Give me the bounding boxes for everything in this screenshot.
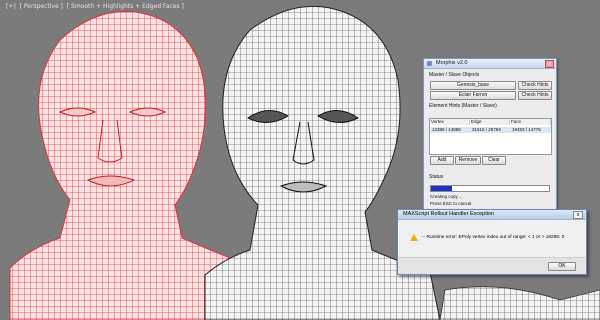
master-slave-label: Master / Slave Objects [429, 72, 480, 78]
error-message: -- Runtime error: EPoly vertex index out… [422, 235, 565, 240]
cell-face: 19453 / 14779 [512, 127, 541, 132]
ok-button[interactable]: OK [548, 262, 576, 271]
clear-button[interactable]: Clear [482, 156, 506, 165]
element-hints-label: Element Hints (Master / Slave) [429, 103, 497, 109]
list-item[interactable]: 12388 / 14888 31615 / 29793 19453 / 1477… [430, 127, 551, 133]
status-label: Status [429, 174, 444, 180]
check-hints-master-button[interactable]: Check Hints [518, 81, 552, 90]
check-hints-slave-button[interactable]: Check Hints [518, 91, 552, 100]
status-text-1: Creating copy ... [430, 194, 463, 199]
warning-icon [410, 234, 418, 241]
progress-fill [431, 186, 453, 191]
column-header-face[interactable]: Face [510, 119, 551, 125]
master-object-button[interactable]: Genesis_base [430, 81, 516, 90]
add-button[interactable]: Add [430, 156, 454, 165]
column-header-vertex[interactable]: Vertex [430, 119, 470, 125]
progress-bar [430, 185, 550, 192]
column-header-edge[interactable]: Edge [470, 119, 510, 125]
error-dialog-titlebar[interactable]: MAXScript Rollout Handler Exception x [398, 210, 586, 220]
morphix-titlebar[interactable]: Morphix v2.0 x [424, 59, 556, 69]
cell-vertex: 12388 / 14888 [432, 127, 461, 132]
remove-button[interactable]: Remove [455, 156, 481, 165]
cell-edge: 31615 / 29793 [472, 127, 501, 132]
morphix-title: Morphix v2.0 [436, 60, 468, 66]
morphix-panel[interactable]: Morphix v2.0 x Master / Slave Objects Ge… [423, 58, 557, 210]
close-icon[interactable]: x [545, 60, 554, 68]
close-icon[interactable]: x [573, 211, 583, 219]
slave-object-button[interactable]: Eclair Farron [430, 91, 516, 100]
status-text-2: Press ESC to cancel. [430, 201, 473, 206]
error-dialog[interactable]: MAXScript Rollout Handler Exception x --… [397, 209, 587, 275]
element-hints-list[interactable]: Vertex Edge Face 12388 / 14888 31615 / 2… [429, 118, 552, 155]
body-wireframe [439, 286, 600, 320]
error-dialog-title: MAXScript Rollout Handler Exception [403, 211, 495, 217]
morphix-app-icon [427, 61, 432, 66]
error-dialog-footer: OK [398, 257, 586, 274]
